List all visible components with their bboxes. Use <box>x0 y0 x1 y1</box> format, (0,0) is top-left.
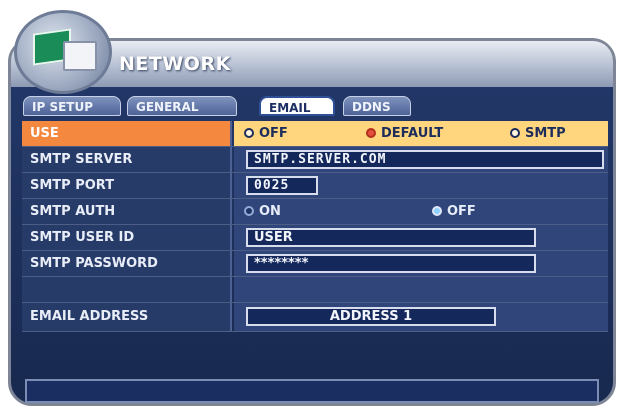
network-logo-icon <box>14 10 112 94</box>
radio-selected-icon[interactable] <box>366 128 376 138</box>
network-dialog: NETWORK IP SETUP GENERAL EMAIL DDNS USE … <box>8 38 616 406</box>
tab-ip-setup[interactable]: IP SETUP <box>23 96 121 116</box>
radio-icon[interactable] <box>244 128 254 138</box>
radio-selected-icon[interactable] <box>432 206 442 216</box>
auth-off-option[interactable]: OFF <box>432 203 476 220</box>
use-default-option[interactable]: DEFAULT <box>366 125 443 142</box>
tab-email[interactable]: EMAIL <box>259 96 335 116</box>
smtp-port-field[interactable]: 0025 <box>246 176 318 195</box>
row-smtp-password: SMTP PASSWORD ******** <box>22 251 608 277</box>
use-off-label: OFF <box>259 126 288 141</box>
empty-label <box>22 277 232 302</box>
use-options: OFF DEFAULT SMTP <box>234 121 608 146</box>
smtp-auth-label: SMTP AUTH <box>22 199 232 224</box>
row-smtp-user-id: SMTP USER ID USER <box>22 225 608 251</box>
auth-on-option[interactable]: ON <box>244 203 281 220</box>
use-default-label: DEFAULT <box>381 126 444 141</box>
empty-value <box>234 277 608 302</box>
smtp-user-id-field[interactable]: USER <box>246 228 536 247</box>
tab-general[interactable]: GENERAL <box>127 96 237 116</box>
auth-on-label: ON <box>259 204 281 219</box>
row-empty <box>22 277 608 303</box>
auth-off-label: OFF <box>447 204 476 219</box>
radio-icon[interactable] <box>244 206 254 216</box>
smtp-password-cell: ******** <box>234 251 608 276</box>
use-off-option[interactable]: OFF <box>244 125 288 142</box>
use-smtp-option[interactable]: SMTP <box>510 125 566 142</box>
email-address-field[interactable]: ADDRESS 1 <box>246 307 496 326</box>
smtp-port-label: SMTP PORT <box>22 173 232 198</box>
smtp-user-id-cell: USER <box>234 225 608 250</box>
smtp-server-cell: SMTP.SERVER.COM <box>234 147 608 172</box>
smtp-port-cell: 0025 <box>234 173 608 198</box>
smtp-auth-cell: ON OFF <box>234 199 608 224</box>
row-use: USE OFF DEFAULT SMTP <box>22 121 608 147</box>
row-smtp-port: SMTP PORT 0025 <box>22 173 608 199</box>
status-bar <box>25 379 599 403</box>
row-smtp-auth: SMTP AUTH ON OFF <box>22 199 608 225</box>
tab-ddns[interactable]: DDNS <box>343 96 411 116</box>
smtp-user-id-label: SMTP USER ID <box>22 225 232 250</box>
smtp-server-label: SMTP SERVER <box>22 147 232 172</box>
use-label: USE <box>22 121 232 146</box>
email-address-cell: ADDRESS 1 <box>234 303 608 331</box>
settings-grid: USE OFF DEFAULT SMTP SMTP SERVER SMTP.SE… <box>22 121 608 332</box>
window-title: NETWORK <box>119 53 231 75</box>
radio-icon[interactable] <box>510 128 520 138</box>
email-address-label: EMAIL ADDRESS <box>22 303 232 331</box>
use-smtp-label: SMTP <box>525 126 566 141</box>
smtp-password-field[interactable]: ******** <box>246 254 536 273</box>
row-email-address: EMAIL ADDRESS ADDRESS 1 <box>22 303 608 332</box>
smtp-password-label: SMTP PASSWORD <box>22 251 232 276</box>
row-smtp-server: SMTP SERVER SMTP.SERVER.COM <box>22 147 608 173</box>
smtp-server-field[interactable]: SMTP.SERVER.COM <box>246 150 604 169</box>
computer-icon <box>63 41 97 71</box>
